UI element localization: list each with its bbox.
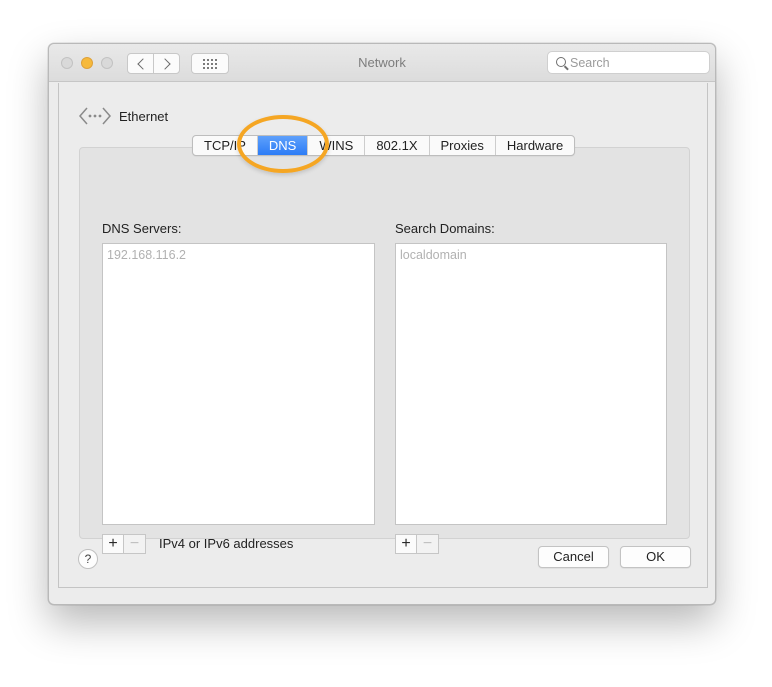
tab-tcpip[interactable]: TCP/IP xyxy=(193,136,258,155)
search-domains-label: Search Domains: xyxy=(395,221,495,236)
dns-servers-hint: IPv4 or IPv6 addresses xyxy=(159,536,294,551)
tab-bar: TCP/IP DNS WINS 802.1X Proxies Hardware xyxy=(192,135,576,156)
tab-wins[interactable]: WINS xyxy=(308,136,366,155)
dns-servers-label: DNS Servers: xyxy=(102,221,182,236)
search-domains-list[interactable]: localdomain xyxy=(395,243,667,525)
cancel-button[interactable]: Cancel xyxy=(538,546,609,568)
tab-proxies[interactable]: Proxies xyxy=(430,136,496,155)
remove-dns-server-button[interactable]: − xyxy=(124,534,146,554)
tab-hardware[interactable]: Hardware xyxy=(496,136,574,155)
search-icon xyxy=(556,57,566,67)
title-bar: Network xyxy=(49,44,715,82)
ethernet-icon xyxy=(79,107,111,125)
ok-button[interactable]: OK xyxy=(620,546,691,568)
dns-servers-list[interactable]: 192.168.116.2 xyxy=(102,243,375,525)
add-search-domain-button[interactable]: + xyxy=(395,534,417,554)
search-field[interactable] xyxy=(547,51,710,74)
help-button[interactable]: ? xyxy=(78,549,98,569)
tab-8021x[interactable]: 802.1X xyxy=(365,136,430,155)
tab-dns[interactable]: DNS xyxy=(257,136,309,155)
list-item[interactable]: localdomain xyxy=(400,248,467,262)
list-item[interactable]: 192.168.116.2 xyxy=(107,248,186,262)
dns-servers-controls: + − xyxy=(102,534,146,554)
network-window: Network Ethernet TCP/IP DNS WINS 802.1X … xyxy=(48,43,716,605)
remove-search-domain-button[interactable]: − xyxy=(417,534,439,554)
add-dns-server-button[interactable]: + xyxy=(102,534,124,554)
search-input[interactable] xyxy=(570,54,706,71)
search-domains-controls: + − xyxy=(395,534,439,554)
network-sheet: Ethernet TCP/IP DNS WINS 802.1X Proxies … xyxy=(58,83,708,588)
interface-header: Ethernet xyxy=(79,105,168,127)
interface-name: Ethernet xyxy=(119,108,169,124)
